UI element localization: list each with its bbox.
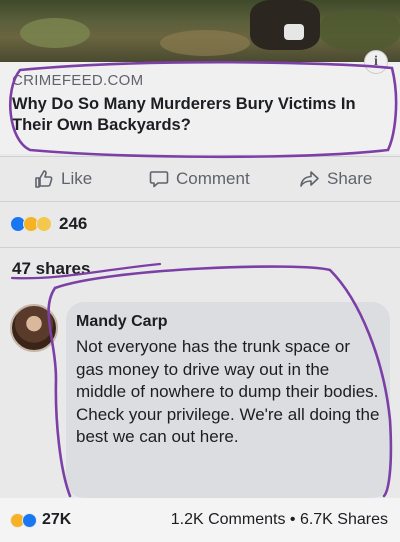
shares-count[interactable]: 47 shares [12,259,90,279]
thumbnail-foliage-right [320,10,400,50]
like-label: Like [61,169,93,188]
reaction-summary[interactable]: 246 [10,213,87,235]
link-domain: CRIMEFEED.COM [12,72,144,89]
footer-stats[interactable]: 1.2K Comments • 6.7K Shares [171,511,388,529]
share-button[interactable]: Share [300,168,372,190]
speech-bubble-icon [149,171,169,188]
article-thumbnail[interactable] [0,0,400,62]
share-arrow-icon [300,171,319,187]
thumbnail-ground [160,30,250,56]
footer-reaction-summary[interactable]: 27K [10,511,71,529]
like-button[interactable]: Like [34,168,92,190]
comment-text: Not everyone has the trunk space or gas … [76,337,380,446]
avatar[interactable] [10,304,58,352]
thumbs-up-icon [35,170,53,188]
link-title[interactable]: Why Do So Many Murderers Bury Victims In… [12,94,392,136]
thumbnail-foliage [20,18,90,48]
comment-author[interactable]: Mandy Carp [76,313,168,331]
footer-reaction-count: 27K [42,511,72,528]
comment-label: Comment [176,169,250,188]
actions-divider [0,201,400,202]
comment-button[interactable]: Comment [149,168,250,190]
sad-reaction-icon [36,216,52,232]
reaction-count: 246 [59,214,88,233]
like-reaction-icon [22,512,37,528]
share-label: Share [327,169,373,188]
card-divider [0,156,400,157]
reactions-divider [0,247,400,248]
info-icon[interactable]: i [364,50,388,74]
thumbnail-glove [284,24,304,40]
